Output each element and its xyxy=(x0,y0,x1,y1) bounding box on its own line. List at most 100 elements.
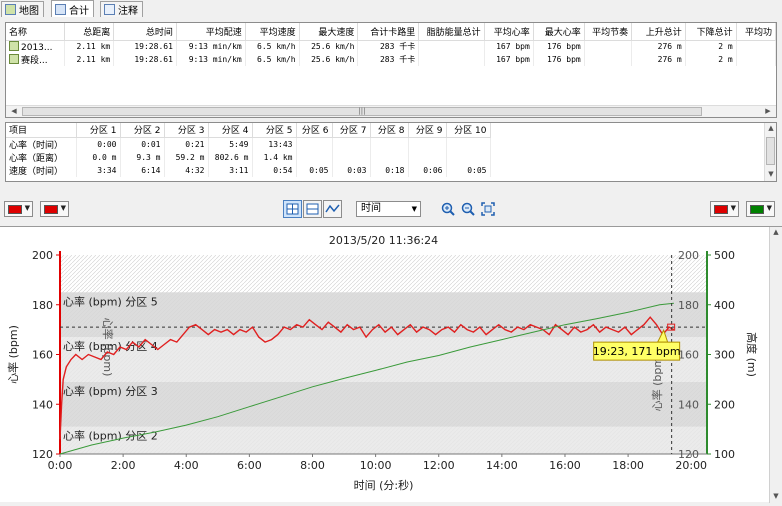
x-tick-label: 10:00 xyxy=(360,459,392,472)
zone-label: 心率 (bpm) 分区 5 xyxy=(63,294,158,308)
x-tick-label: 4:00 xyxy=(174,459,199,472)
zone-row[interactable]: 心率（时间） 0:00 0:01 0:21 5:49 13:43 xyxy=(6,137,491,151)
summary-header-cell[interactable]: 合计卡路里 xyxy=(357,23,420,41)
zone-cell: 0:05 xyxy=(296,163,333,177)
scroll-thumb[interactable]: ||| xyxy=(22,107,702,116)
zone-row[interactable]: 速度（时间） 3:34 6:14 4:32 3:11 0:54 0:05 0:03 0:18 0:… xyxy=(6,163,491,177)
summary-row[interactable]: 2013... 2.11 km 19:28.61 9:13 min/km 6.5 km/… xyxy=(6,40,776,53)
zoom-out-button[interactable] xyxy=(460,201,476,217)
summary-header-cell[interactable]: 总时间 xyxy=(113,23,177,41)
zone-header-cell[interactable]: 分区 10 xyxy=(446,123,491,138)
right-color-picker-1[interactable]: ▼ xyxy=(710,201,739,217)
zone-cell-text: 0.0 m xyxy=(92,152,117,162)
zone-header-cell[interactable]: 分区 1 xyxy=(76,123,121,138)
y-left-tick-label: 160 xyxy=(32,349,53,362)
zone-cell-text: 9.3 m xyxy=(136,152,161,162)
summary-header-cell[interactable]: 最大心率 xyxy=(533,23,585,41)
summary-cell-text: 167 bpm xyxy=(496,54,530,64)
summary-header-cell[interactable]: 名称 xyxy=(6,23,66,41)
summary-header-cell[interactable]: 平均速度 xyxy=(245,23,300,41)
tab-notes[interactable]: 注释 xyxy=(100,1,143,17)
zone-cell: 0:01 xyxy=(120,137,165,151)
summary-cell: 25.6 km/h xyxy=(299,52,359,66)
zoom-out-icon xyxy=(461,202,475,216)
y-left-tick-label-inner: 160 xyxy=(678,349,699,362)
zone-cell xyxy=(332,137,371,151)
zone-header-cell[interactable]: 项目 xyxy=(6,123,77,138)
zone-cell xyxy=(408,137,447,151)
zone-header-cell[interactable]: 分区 5 xyxy=(252,123,297,138)
scroll-up-icon[interactable]: ▲ xyxy=(770,227,782,238)
summary-cell-text: 167 bpm xyxy=(496,42,530,51)
x-tick-label: 12:00 xyxy=(423,459,455,472)
summary-header-cell[interactable]: 平均心率 xyxy=(484,23,534,41)
zone-cell-text: 0:05 xyxy=(467,165,487,175)
map-icon xyxy=(5,4,16,15)
zone-label: 心率 (bpm) 分区 3 xyxy=(63,384,158,398)
zone-cell-text: 802.6 m xyxy=(214,152,249,162)
summary-row[interactable]: 赛段... 2.11 km 19:28.61 9:13 min/km 6.5 km/h 2… xyxy=(6,52,776,66)
summary-cell: 283 千卡 xyxy=(357,40,420,53)
tab-map-label: 地图 xyxy=(19,6,39,17)
tab-notes-label: 注释 xyxy=(118,6,138,17)
zone-vscrollbar[interactable]: ▲ ▼ xyxy=(764,123,776,181)
x-tick-label: 0:00 xyxy=(48,459,73,472)
hr-elevation-chart[interactable]: 心率 (bpm) 分区 2心率 (bpm) 分区 3心率 (bpm) 分区 4心… xyxy=(0,227,768,503)
zone-cell-text: 0:00 xyxy=(97,139,117,149)
chart-vscrollbar[interactable]: ▲ ▼ xyxy=(769,227,782,503)
scroll-right-icon[interactable]: ▶ xyxy=(762,106,774,117)
tab-summary[interactable]: 合计 xyxy=(51,0,94,17)
scroll-up-icon[interactable]: ▲ xyxy=(765,123,776,134)
zone-header-cell[interactable]: 分区 3 xyxy=(164,123,209,138)
summary-header-cell[interactable]: 脂肪能量总计 xyxy=(418,23,485,41)
x-tick-label: 14:00 xyxy=(486,459,518,472)
grid-view-button[interactable] xyxy=(283,200,302,218)
summary-grid: 名称 总距离 总时间 平均配速 平均速度 最大速度 合计卡路里 脂肪能量总计 平均心率 最大心率平… xyxy=(6,23,776,66)
zone-header-cell[interactable]: 分区 2 xyxy=(120,123,165,138)
x-tick-label: 6:00 xyxy=(237,459,262,472)
summary-cell: 167 bpm xyxy=(484,52,534,66)
left-color-picker-1[interactable]: ▼ xyxy=(4,201,33,217)
zone-header-cell[interactable]: 分区 6 xyxy=(296,123,333,138)
zoom-in-button[interactable] xyxy=(440,201,456,217)
y-right-axis-label: 高度 (m) xyxy=(745,332,759,377)
zone-grid: 项目 分区 1 分区 2 分区 3 分区 4 分区 5 分区 6 分区 7 分区 8 分区 9 分区… xyxy=(6,123,491,177)
scroll-down-icon[interactable]: ▼ xyxy=(765,169,776,180)
scroll-left-icon[interactable]: ◀ xyxy=(8,106,20,117)
summary-header-cell[interactable]: 平均节奏 xyxy=(584,23,633,41)
zone-header-cell[interactable]: 分区 8 xyxy=(370,123,409,138)
scroll-thumb[interactable] xyxy=(766,137,775,165)
tab-bar: 地图 合计 注释 xyxy=(0,0,782,17)
zoom-fit-icon xyxy=(481,202,495,216)
zone-header-cell[interactable]: 分区 7 xyxy=(332,123,371,138)
summary-header-cell[interactable]: 最大速度 xyxy=(299,23,359,41)
x-axis-select[interactable]: 时间 ▼ xyxy=(356,201,421,217)
summary-cell-text: 25.6 km/h xyxy=(311,54,355,64)
split-view-button[interactable] xyxy=(303,200,322,218)
y-left-axis-label-inner: 心率 (bpm) xyxy=(650,353,664,412)
summary-header-cell[interactable]: 上升总计 xyxy=(631,23,686,41)
tab-map[interactable]: 地图 xyxy=(1,1,44,17)
zone-cell-text: 13:43 xyxy=(268,139,293,149)
zone-row[interactable]: 心率（距离） 0.0 m 9.3 m 59.2 m 802.6 m 1.4 km xyxy=(6,150,491,164)
summary-header-cell[interactable]: 下降总计 xyxy=(685,23,737,41)
summary-cell: 赛段... xyxy=(6,52,66,66)
zone-cell: 0:00 xyxy=(76,137,121,151)
zone-cell xyxy=(296,150,333,164)
summary-cell-text: 176 bpm xyxy=(547,54,581,64)
zone-header-cell[interactable]: 分区 9 xyxy=(408,123,447,138)
summary-header-cell[interactable]: 平均配速 xyxy=(176,23,246,41)
summary-header-cell[interactable]: 总距离 xyxy=(64,23,115,41)
summary-cell-text: 276 m xyxy=(657,42,682,51)
zone-cell-text: 心率（距离） xyxy=(9,153,64,164)
zoom-fit-button[interactable] xyxy=(480,201,496,217)
summary-hscrollbar[interactable]: ◀ ||| ▶ xyxy=(6,105,776,117)
left-color-picker-2[interactable]: ▼ xyxy=(40,201,69,217)
zone-header-cell[interactable]: 分区 4 xyxy=(208,123,253,138)
line-view-button[interactable] xyxy=(323,200,342,218)
scroll-down-icon[interactable]: ▼ xyxy=(770,491,782,502)
zone-cell-text: 0:18 xyxy=(385,165,405,175)
right-color-picker-2[interactable]: ▼ xyxy=(746,201,775,217)
summary-header-cell[interactable]: 平均功 xyxy=(736,23,776,41)
zone-cell: 5:49 xyxy=(208,137,253,151)
